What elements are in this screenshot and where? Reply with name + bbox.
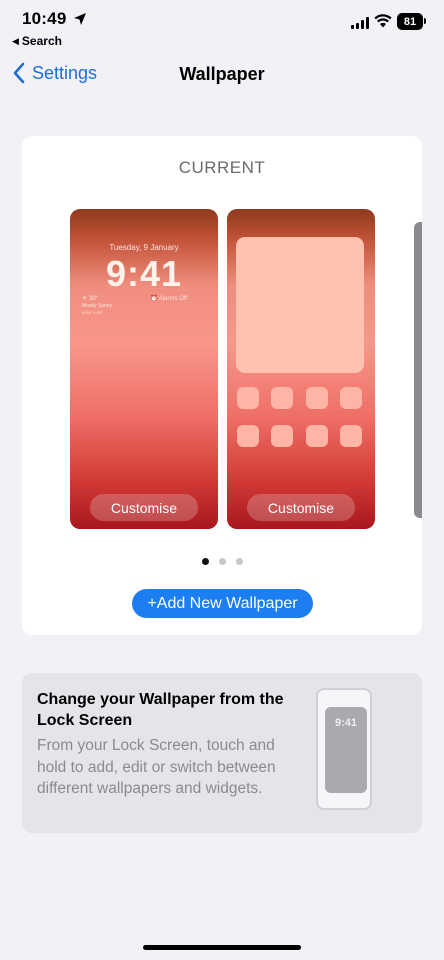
app-icon — [237, 425, 259, 447]
home-indicator[interactable] — [143, 945, 301, 950]
lock-screen-preview[interactable]: Tuesday, 9 January 9:41 ☀ 30° Mostly Sun… — [70, 209, 218, 529]
weather-widget: ☀ 30° — [82, 296, 99, 302]
current-label: CURRENT — [178, 158, 266, 177]
lock-date: Tuesday, 9 January — [109, 243, 179, 252]
phone-illustration-time: 9:41 — [334, 717, 358, 729]
customise-home-button[interactable]: Customise — [247, 494, 355, 521]
tip-text: From your Lock Screen, touch and hold to… — [37, 737, 276, 797]
back-to-app-link[interactable]: ◀ Search — [12, 34, 62, 48]
next-wallpaper-peek[interactable] — [414, 222, 422, 518]
tip-title: Change your Wallpaper from the Lock Scre… — [37, 691, 284, 729]
page-dot[interactable] — [235, 558, 243, 565]
app-icon — [306, 425, 328, 447]
battery-icon: 81 — [397, 13, 423, 30]
weather-condition: Mostly Sunny — [82, 303, 113, 309]
weather-range: H:34° L:20° — [82, 310, 103, 315]
app-icon — [237, 387, 259, 409]
status-time: 10:49 — [22, 9, 67, 28]
back-triangle-icon: ◀ — [12, 35, 19, 46]
customise-lock-button[interactable]: Customise — [90, 494, 198, 521]
battery-level: 81 — [403, 15, 417, 28]
app-icon — [271, 425, 293, 447]
app-icon — [340, 425, 362, 447]
location-arrow-icon — [74, 13, 86, 25]
add-new-wallpaper-button[interactable]: +Add New Wallpaper — [132, 589, 313, 618]
app-icon — [271, 387, 293, 409]
app-icon — [306, 387, 328, 409]
page-title: Wallpaper — [179, 64, 265, 84]
wifi-icon — [374, 14, 392, 28]
cellular-signal-icon — [351, 16, 369, 29]
lock-time: 9:41 — [105, 253, 183, 294]
page-indicator[interactable] — [0, 558, 444, 565]
app-icon — [340, 387, 362, 409]
home-widget — [236, 237, 364, 373]
page-dot[interactable] — [218, 558, 226, 565]
back-app-label: Search — [21, 34, 62, 48]
alarm-widget: ⏰ Alarms Off — [150, 296, 188, 302]
page-dot[interactable] — [201, 558, 209, 565]
battery-tip — [424, 18, 426, 24]
home-screen-preview[interactable]: Customise — [227, 209, 375, 529]
